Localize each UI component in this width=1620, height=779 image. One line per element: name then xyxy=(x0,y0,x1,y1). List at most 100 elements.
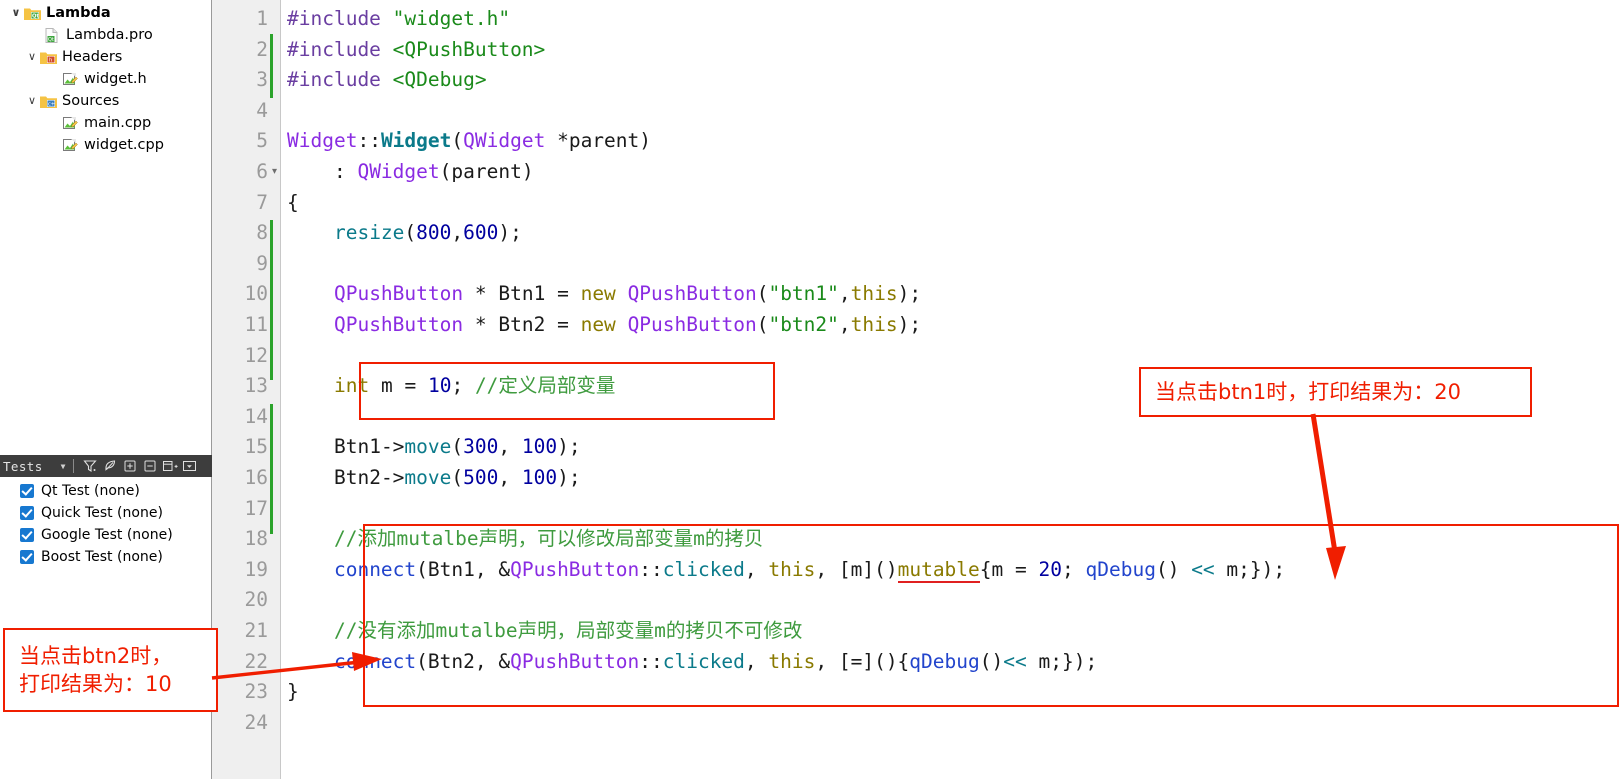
tests-toolbar: Tests ▼ xyxy=(0,455,212,477)
note-btn2-line1: 当点击btn2时， xyxy=(19,643,173,668)
tree-item-main-cpp[interactable]: main.cpp xyxy=(0,112,211,134)
line-number: 5 xyxy=(256,129,268,153)
code-line-3: #include <QDebug> xyxy=(287,68,487,92)
note-btn2-line2: 打印结果为：10 xyxy=(19,672,172,696)
code-line-5: Widget::Widget(QWidget *parent) xyxy=(287,129,652,153)
test-item-label: Qt Test (none) xyxy=(41,483,140,499)
code-line-15: Btn1->move(300, 100); xyxy=(333,435,581,459)
ide-window: ∨ Qt Lambda Qt Lambda.pro ∨ h Headers wi… xyxy=(0,0,1620,779)
tree-item-lambda[interactable]: ∨ Qt Lambda xyxy=(0,2,211,24)
code-line-8: resize(800,600); xyxy=(333,221,522,245)
qt-file-icon: Qt xyxy=(44,27,61,43)
line-number: 13 xyxy=(244,374,268,398)
line-number: 7 xyxy=(256,190,268,214)
svg-text:c+: c+ xyxy=(48,101,55,107)
tree-item-label: Lambda xyxy=(46,5,111,21)
toolbar-divider xyxy=(73,459,75,473)
line-number: 21 xyxy=(244,619,268,642)
code-line-19: connect(Btn1, &QPushButton::clicked, thi… xyxy=(333,557,1286,583)
svg-text:Qt: Qt xyxy=(32,13,39,19)
line-number: 14 xyxy=(244,404,268,428)
line-number: 19 xyxy=(244,557,268,581)
code-line-22: connect(Btn2, &QPushButton::clicked, thi… xyxy=(333,649,1098,673)
checkbox-checked-icon[interactable] xyxy=(20,506,34,520)
svg-text:h: h xyxy=(49,57,52,63)
pane-options-icon[interactable] xyxy=(180,457,200,475)
expand-all-icon[interactable] xyxy=(120,457,140,475)
cpp-folder-icon: c+ xyxy=(40,94,57,109)
chevron-down-icon[interactable]: ∨ xyxy=(8,2,24,24)
line-number: 15 xyxy=(244,435,268,459)
code-line-18: //添加mutalbe声明，可以修改局部变量m的拷贝 xyxy=(333,527,764,551)
line-number: 3 xyxy=(256,68,268,92)
qt-folder-icon: Qt xyxy=(24,6,41,21)
chevron-down-icon[interactable]: ∨ xyxy=(24,46,40,68)
line-number: 2 xyxy=(256,37,268,61)
tree-item-sources[interactable]: ∨ c+ Sources xyxy=(0,90,211,112)
code-line-13: int m = 10; //定义局部变量 xyxy=(333,374,616,398)
line-number: 23 xyxy=(244,680,268,704)
chevron-down-icon[interactable]: ▼ xyxy=(61,462,66,471)
collapse-all-icon[interactable] xyxy=(140,457,160,475)
source-file-icon xyxy=(62,116,79,131)
line-number: 17 xyxy=(244,496,268,520)
tree-item-label: widget.cpp xyxy=(84,137,164,153)
filter-icon[interactable] xyxy=(80,457,100,475)
test-item-qt-test[interactable]: Qt Test (none) xyxy=(0,480,212,502)
line-number: 11 xyxy=(244,313,268,336)
note-btn2: 当点击btn2时， 打印结果为：10 xyxy=(3,628,218,712)
line-number: 20 xyxy=(244,588,268,612)
tree-item-widget-h[interactable]: widget.h xyxy=(0,68,211,90)
code-line-1: #include "widget.h" xyxy=(287,7,511,30)
line-number: 6 xyxy=(256,160,268,183)
test-item-label: Boost Test (none) xyxy=(41,549,163,565)
tree-item-lambda-pro[interactable]: Qt Lambda.pro xyxy=(0,24,211,46)
chevron-down-icon[interactable]: ∨ xyxy=(24,90,40,112)
source-file-icon xyxy=(62,138,79,153)
leaf-icon[interactable] xyxy=(100,457,120,475)
line-number: 22 xyxy=(244,649,268,673)
tree-item-label: main.cpp xyxy=(84,115,152,131)
line-number: 9 xyxy=(256,251,268,275)
code-line-7: { xyxy=(287,190,299,214)
tree-item-widget-cpp[interactable]: widget.cpp xyxy=(0,134,211,156)
test-item-boost-test[interactable]: Boost Test (none) xyxy=(0,546,212,568)
checkbox-checked-icon[interactable] xyxy=(20,550,34,564)
line-number: 24 xyxy=(244,710,268,734)
line-number: 10 xyxy=(244,282,268,306)
checkbox-checked-icon[interactable] xyxy=(20,484,34,498)
test-item-google-test[interactable]: Google Test (none) xyxy=(0,524,212,546)
add-pane-icon[interactable] xyxy=(160,457,180,475)
tree-item-label: Lambda.pro xyxy=(66,27,153,43)
code-line-23: } xyxy=(287,680,299,704)
line-number: 18 xyxy=(244,527,268,551)
tests-combo-label[interactable]: Tests xyxy=(3,459,43,474)
line-number: 12 xyxy=(244,343,268,367)
tests-list[interactable]: Qt Test (none) Quick Test (none) Google … xyxy=(0,477,212,568)
note-btn1: 当点击btn1时，打印结果为：20 xyxy=(1139,367,1532,417)
note-btn1-text: 当点击btn1时，打印结果为：20 xyxy=(1155,379,1461,404)
code-line-2: #include <QPushButton> xyxy=(287,37,546,61)
source-file-icon xyxy=(62,72,79,87)
line-number: 16 xyxy=(244,466,268,489)
tree-item-label: Headers xyxy=(62,49,123,65)
fold-marker-icon[interactable]: ▾ xyxy=(272,157,277,188)
checkbox-checked-icon[interactable] xyxy=(20,528,34,542)
code-line-6: : QWidget(parent) xyxy=(333,160,534,183)
tree-item-headers[interactable]: ∨ h Headers xyxy=(0,46,211,68)
test-item-label: Quick Test (none) xyxy=(41,505,163,521)
code-line-16: Btn2->move(500, 100); xyxy=(333,466,581,489)
test-item-quick-test[interactable]: Quick Test (none) xyxy=(0,502,212,524)
tests-pane: Tests ▼ Qt Test (none) Quick Test (none)… xyxy=(0,455,212,568)
tree-item-label: Sources xyxy=(62,93,120,109)
line-number: 8 xyxy=(256,221,268,245)
code-line-21: //没有添加mutalbe声明，局部变量m的拷贝不可修改 xyxy=(333,619,803,642)
line-number: 4 xyxy=(256,98,268,122)
svg-text:Qt: Qt xyxy=(48,37,54,43)
code-line-10: QPushButton * Btn1 = new QPushButton("bt… xyxy=(333,282,922,306)
change-marker xyxy=(270,220,273,380)
tree-item-label: widget.h xyxy=(84,71,147,87)
headers-folder-icon: h xyxy=(40,50,57,65)
code-line-11: QPushButton * Btn2 = new QPushButton("bt… xyxy=(333,313,922,336)
project-tree[interactable]: ∨ Qt Lambda Qt Lambda.pro ∨ h Headers wi… xyxy=(0,0,211,455)
